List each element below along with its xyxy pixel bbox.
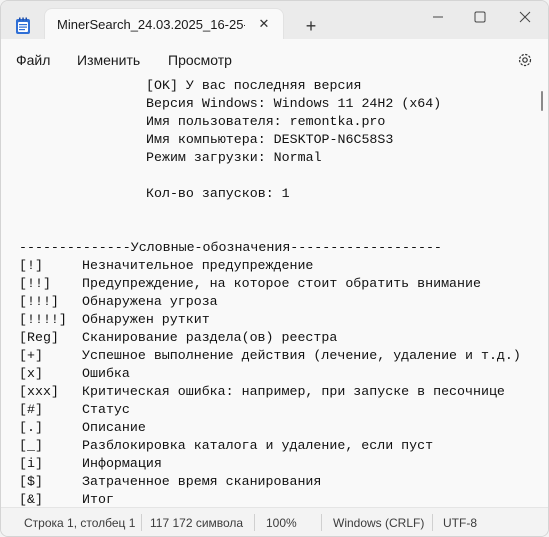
status-bar: Строка 1, столбец 1 117 172 символа 100%… (1, 507, 548, 536)
report-line: Версия Windows: Windows 11 24H2 (x64) (146, 96, 442, 111)
legend-text: Ошибка (82, 366, 130, 381)
report-line: [OK] У вас последняя версия (146, 79, 362, 93)
gear-icon[interactable] (516, 51, 534, 69)
legend-text: Незначительное предупреждение (82, 258, 314, 273)
menu-edit[interactable]: Изменить (77, 52, 140, 68)
status-divider (432, 514, 433, 531)
status-divider (321, 514, 322, 531)
legend-text: Обнаружена угроза (82, 294, 218, 309)
legend-text: Итог (82, 492, 114, 507)
close-icon[interactable]: ✕ (257, 17, 271, 31)
menu-view[interactable]: Просмотр (168, 52, 232, 68)
legend-code: [xxx] (19, 384, 59, 399)
legend-text: Разблокировка каталога и удаление, если … (82, 438, 434, 453)
cursor-position: Строка 1, столбец 1 (24, 516, 136, 530)
tab-title: MinerSearch_24.03.2025_16-25-05. (57, 17, 245, 32)
report-line: Имя пользователя: remontka.pro (146, 114, 386, 129)
char-count: 117 172 символа (150, 516, 244, 530)
legend-code: [i] (19, 456, 43, 471)
minimize-icon[interactable] (428, 8, 448, 26)
vertical-scrollbar[interactable] (541, 91, 543, 111)
encoding[interactable]: UTF-8 (443, 516, 477, 530)
legend-text: Описание (82, 420, 146, 435)
legend-text: Сканирование раздела(ов) реестра (82, 330, 338, 345)
legend-code: [.] (19, 420, 43, 435)
menu-file[interactable]: Файл (16, 52, 50, 68)
legend-code: [$] (19, 474, 43, 489)
report-line: Режим загрузки: Normal (146, 150, 322, 165)
legend-text: Обнаружен руткит (82, 312, 210, 327)
legend-code: [!!!!] (19, 312, 67, 327)
report-line: Имя компьютера: DESKTOP-N6C58S3 (146, 132, 394, 147)
text-editor-area[interactable]: [OK] У вас последняя версия Версия Windo… (1, 79, 548, 507)
legend-code: [_] (19, 438, 43, 453)
notepad-app-icon (16, 17, 30, 34)
tab-document[interactable]: MinerSearch_24.03.2025_16-25-05. ✕ (45, 9, 283, 39)
legend-text: Критическая ошибка: например, при запуск… (82, 384, 505, 399)
add-tab-icon[interactable]: + (301, 16, 321, 36)
legend-code: [+] (19, 348, 43, 363)
legend-text: Затраченное время сканирования (82, 474, 322, 489)
zoom-level[interactable]: 100% (266, 516, 297, 530)
legend-code: [!] (19, 258, 43, 273)
legend-code: [!!!] (19, 294, 59, 309)
legend-text: Информация (82, 456, 162, 471)
status-divider (254, 514, 255, 531)
legend-text: Успешное выполнение действия (лечение, у… (82, 348, 521, 363)
legend-header: --------------Условные-обозначения------… (19, 240, 442, 255)
legend-code: [&] (19, 492, 43, 507)
title-bar[interactable]: MinerSearch_24.03.2025_16-25-05. ✕ + (1, 1, 548, 39)
report-line: Кол-во запусков: 1 (146, 186, 290, 201)
maximize-icon[interactable] (470, 8, 490, 26)
legend-code: [Reg] (19, 330, 59, 345)
legend-code: [x] (19, 366, 43, 381)
status-divider (141, 514, 142, 531)
window-close-icon[interactable] (515, 8, 535, 26)
line-ending[interactable]: Windows (CRLF) (333, 516, 424, 530)
notepad-window: MinerSearch_24.03.2025_16-25-05. ✕ + Фай… (0, 0, 549, 537)
legend-text: Предупреждение, на которое стоит обратит… (82, 276, 481, 291)
legend-code: [#] (19, 402, 43, 417)
menu-bar: Файл Изменить Просмотр (1, 39, 548, 79)
legend-text: Статус (82, 402, 130, 417)
legend-code: [!!] (19, 276, 51, 291)
